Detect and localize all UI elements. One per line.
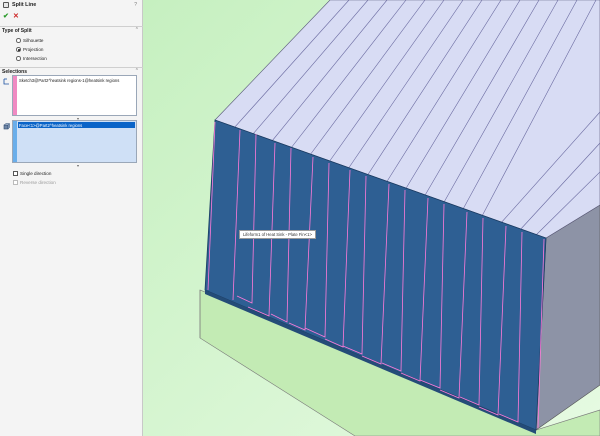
radio-button[interactable] <box>16 56 21 61</box>
collapse-chevron-icon[interactable]: ⌃ <box>135 68 139 74</box>
type-of-split-header[interactable]: Type of Split ⌃ <box>0 26 143 35</box>
sketch-list-item[interactable]: Sketch3@Part2^heatsink regions-1@heatsin… <box>19 78 119 83</box>
resize-grip-icon[interactable]: ▾ <box>77 163 79 168</box>
radio-button[interactable] <box>16 38 21 43</box>
pink-stripe <box>13 76 17 115</box>
type-of-split-label: Type of Split <box>2 28 32 34</box>
radio-label: Projection <box>23 46 44 52</box>
split-line-icon <box>3 2 9 8</box>
radio-label: Intersection <box>23 55 47 61</box>
face-list-item[interactable]: Face<1>@Part2^heatsink regions <box>19 123 82 128</box>
cancel-button[interactable]: ✕ <box>13 12 19 20</box>
blue-stripe <box>13 121 17 162</box>
face-selection-box[interactable]: Face<1>@Part2^heatsink regions <box>12 120 137 163</box>
property-manager-panel: Split Line ? ✔ ✕ Type of Split ⌃ Silhoue… <box>0 0 143 436</box>
sketch-selection-box[interactable]: Sketch3@Part2^heatsink regions-1@heatsin… <box>12 75 137 116</box>
checkbox[interactable] <box>13 171 18 176</box>
graphics-viewport[interactable] <box>143 0 600 436</box>
checkbox-label: Single direction <box>20 170 52 176</box>
checkbox <box>13 180 18 185</box>
panel-titlebar: Split Line ? <box>0 0 143 11</box>
help-icon[interactable]: ? <box>134 2 137 8</box>
collapse-chevron-icon[interactable]: ⌃ <box>135 27 139 33</box>
checkbox-label: Reverse direction <box>20 179 56 185</box>
face-selection-icon <box>3 123 10 130</box>
radio-label: Silhouette <box>23 37 44 43</box>
radio-button[interactable] <box>16 47 21 52</box>
panel-title: Split Line <box>12 2 37 8</box>
hover-tooltip: Lifeform1 of Heat Sink - Plate Fin<1> <box>239 230 316 239</box>
ok-button[interactable]: ✔ <box>3 12 9 20</box>
sketch-selection-icon <box>3 78 9 85</box>
